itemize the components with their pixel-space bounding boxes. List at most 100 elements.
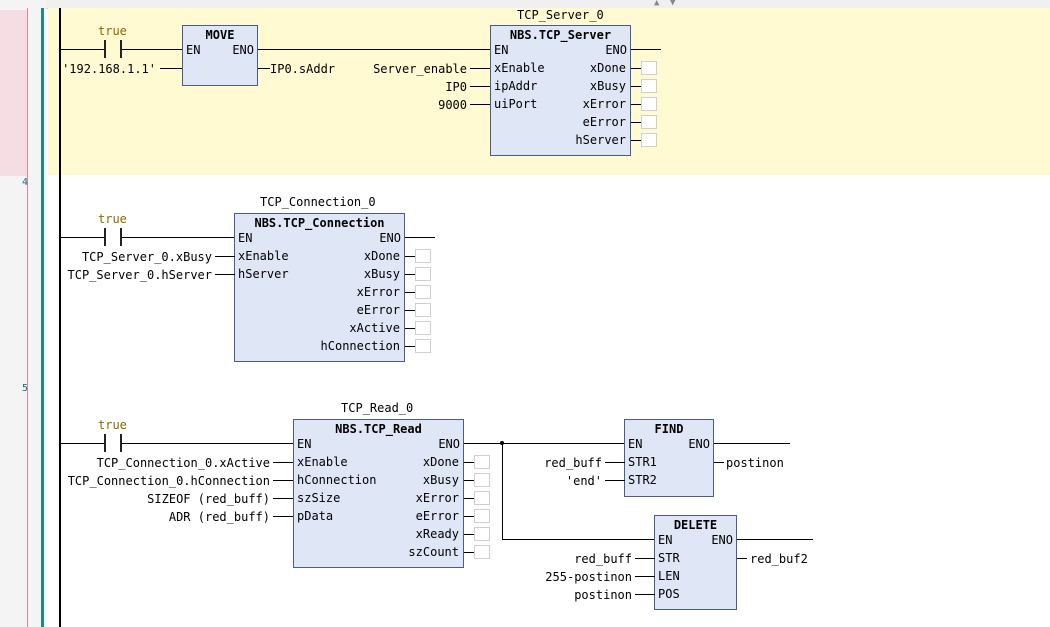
en-pin: EN <box>297 437 312 451</box>
en-pin: EN <box>628 437 643 451</box>
eno-pin: ENO <box>711 533 733 547</box>
move-block[interactable]: MOVE EN ENO <box>182 25 258 86</box>
input-var[interactable]: TCP_Server_0.hServer <box>56 268 213 282</box>
output-pin: hConnection <box>320 339 400 353</box>
instance-name[interactable]: TCP_Server_0 <box>517 8 604 22</box>
output-pin: szCount <box>408 545 459 559</box>
output-var-box[interactable] <box>415 321 431 335</box>
contact-true[interactable] <box>104 228 122 246</box>
output-var-box[interactable] <box>474 545 490 559</box>
output-pin: xError <box>356 285 400 299</box>
output-var-box[interactable] <box>641 61 657 75</box>
contact-true[interactable] <box>104 40 122 58</box>
input-var[interactable]: 9000 <box>340 98 467 112</box>
wire <box>61 49 104 50</box>
tcp-read-block[interactable]: NBS.TCP_Read EN ENO xEnable hConnection … <box>293 419 464 568</box>
wire <box>737 558 747 559</box>
output-var-box[interactable] <box>474 527 490 541</box>
output-pin: eError <box>415 509 459 523</box>
input-var[interactable]: 'end' <box>520 474 602 488</box>
wire <box>714 462 724 463</box>
output-var-box[interactable] <box>474 491 490 505</box>
wire <box>258 68 270 69</box>
input-var[interactable]: red_buff <box>520 552 632 566</box>
delete-block[interactable]: DELETE EN ENO STR LEN POS <box>654 515 737 610</box>
wire <box>405 256 415 257</box>
input-pin: LEN <box>658 569 680 583</box>
wire <box>631 122 641 123</box>
wire <box>405 292 415 293</box>
block-type: DELETE <box>673 518 718 532</box>
wire <box>61 443 104 444</box>
block-type: MOVE <box>205 28 235 42</box>
wire <box>464 534 474 535</box>
input-var[interactable]: SIZEOF (red_buff) <box>56 492 270 506</box>
wire <box>258 49 491 50</box>
move-output-var[interactable]: IP0.sAddr <box>270 62 335 76</box>
instance-name[interactable]: TCP_Read_0 <box>341 401 413 415</box>
output-var[interactable]: postinon <box>726 456 784 470</box>
output-var-box[interactable] <box>641 133 657 147</box>
block-type: NBS.TCP_Connection <box>254 216 385 230</box>
output-var-box[interactable] <box>641 97 657 111</box>
output-var-box[interactable] <box>415 339 431 353</box>
output-var-box[interactable] <box>641 115 657 129</box>
contact-true[interactable] <box>104 434 122 452</box>
input-var[interactable]: postinon <box>520 588 632 602</box>
input-pin: STR1 <box>628 455 657 469</box>
input-var[interactable]: IP0 <box>340 80 467 94</box>
wire <box>470 104 490 105</box>
output-pin: xDone <box>422 455 459 469</box>
wire <box>464 462 474 463</box>
wire <box>737 539 813 540</box>
input-pin: POS <box>658 587 680 601</box>
input-var[interactable]: TCP_Server_0.xBusy <box>56 250 212 264</box>
wire <box>61 237 104 238</box>
input-pin: xEnable <box>238 249 289 263</box>
scroll-down-icon[interactable]: ▼ <box>670 0 675 8</box>
tcp-connection-block[interactable]: NBS.TCP_Connection EN ENO xEnable hServe… <box>234 213 405 362</box>
input-var[interactable]: TCP_Connection_0.hConnection <box>56 474 270 488</box>
output-var-box[interactable] <box>474 473 490 487</box>
find-block[interactable]: FIND EN ENO STR1 STR2 <box>624 419 714 497</box>
input-var[interactable]: Server_enable <box>340 62 467 76</box>
output-pin: xActive <box>349 321 400 335</box>
output-var-box[interactable] <box>415 267 431 281</box>
wire <box>714 443 790 444</box>
eno-pin: ENO <box>605 43 627 57</box>
move-input-var[interactable]: '192.168.1.1' <box>56 62 156 76</box>
input-var[interactable]: red_buff <box>520 456 602 470</box>
wire <box>470 86 490 87</box>
wire <box>405 346 415 347</box>
wire <box>631 49 661 50</box>
input-pin: pData <box>297 509 334 523</box>
output-var-box[interactable] <box>474 509 490 523</box>
wire <box>215 274 235 275</box>
output-pin: xError <box>582 97 626 111</box>
output-var[interactable]: red_buf2 <box>750 552 808 566</box>
instance-name[interactable]: TCP_Connection_0 <box>260 195 376 209</box>
wire <box>502 539 655 540</box>
input-pin: xEnable <box>297 455 348 469</box>
output-var-box[interactable] <box>474 455 490 469</box>
wire <box>122 237 235 238</box>
input-var[interactable]: 255-postinon <box>520 570 632 584</box>
wire <box>464 516 474 517</box>
output-var-box[interactable] <box>415 249 431 263</box>
block-type: NBS.TCP_Server <box>509 28 612 42</box>
input-var[interactable]: TCP_Connection_0.xActive <box>56 456 270 470</box>
tcp-server-block[interactable]: NBS.TCP_Server EN ENO xEnable ipAddr uiP… <box>490 25 631 156</box>
input-var[interactable]: ADR (red_buff) <box>56 510 270 524</box>
breakpoint-marker[interactable] <box>0 10 27 176</box>
input-pin: uiPort <box>494 97 538 111</box>
output-var-box[interactable] <box>641 79 657 93</box>
wire <box>635 558 655 559</box>
en-pin: EN <box>494 43 509 57</box>
output-pin: xBusy <box>422 473 459 487</box>
wire <box>464 552 474 553</box>
wire <box>631 140 641 141</box>
output-var-box[interactable] <box>415 285 431 299</box>
wire <box>273 462 293 463</box>
scroll-up-icon[interactable]: ▲ <box>654 0 659 8</box>
output-var-box[interactable] <box>415 303 431 317</box>
